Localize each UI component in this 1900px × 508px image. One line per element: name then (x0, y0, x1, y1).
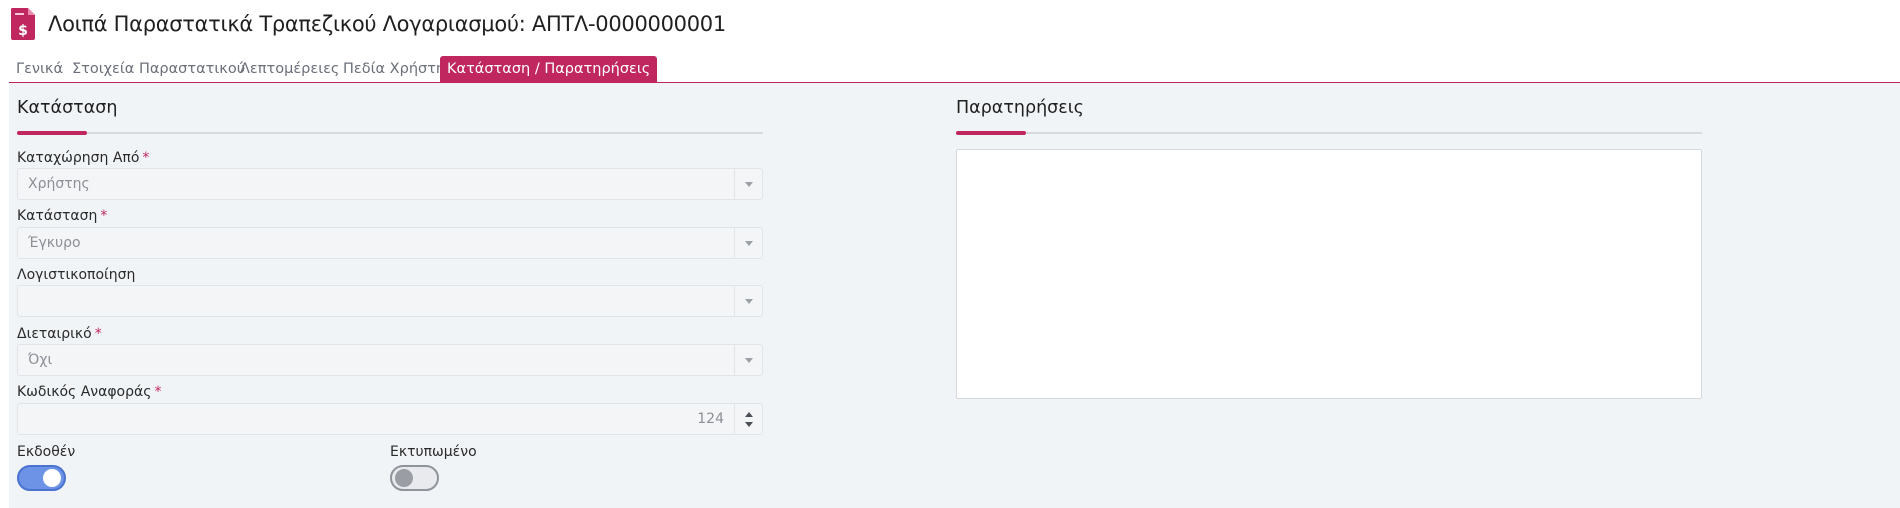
increment-icon[interactable] (745, 412, 753, 417)
dropdown-toggle[interactable] (734, 228, 762, 258)
tab-status-notes[interactable]: Κατάσταση / Παρατηρήσεις (440, 56, 658, 82)
status-select[interactable]: Έγκυρο (17, 227, 763, 259)
toggle-knob (43, 469, 61, 487)
intercompany-value: Όχι (28, 352, 53, 368)
reference-code-value: 124 (697, 411, 724, 427)
registered-by-select[interactable]: Χρήστης (17, 168, 763, 200)
number-stepper[interactable] (734, 404, 762, 434)
intercompany-label: Διεταιρικό * (17, 326, 102, 342)
caret-down-icon (745, 241, 753, 246)
tab-general[interactable]: Γενικά (16, 56, 63, 82)
notes-section-accent (956, 131, 1026, 135)
registered-by-label: Καταχώρηση Από * (17, 150, 150, 166)
decrement-icon[interactable] (745, 422, 753, 427)
svg-text:$: $ (18, 23, 28, 39)
dropdown-toggle[interactable] (734, 286, 762, 316)
printed-label: Εκτυπωμένο (390, 444, 477, 460)
toggle-knob (395, 469, 413, 487)
status-label: Κατάσταση * (17, 208, 108, 224)
registered-by-value: Χρήστης (28, 176, 90, 192)
caret-down-icon (745, 182, 753, 187)
dropdown-toggle[interactable] (734, 169, 762, 199)
tab-bar: Γενικά Στοιχεία Παραστατικού Λεπτομέρειε… (0, 56, 1900, 82)
dropdown-toggle[interactable] (734, 345, 762, 375)
status-section-accent (17, 131, 87, 135)
issued-label: Εκδοθέν (17, 444, 76, 460)
document-money-icon: $ (11, 8, 35, 40)
notes-section-title: Παρατηρήσεις (956, 98, 1084, 118)
accounting-label: Λογιστικοποίηση (17, 267, 136, 283)
accounting-select[interactable] (17, 285, 763, 317)
caret-down-icon (745, 299, 753, 304)
notes-textarea[interactable] (956, 149, 1702, 399)
tab-details[interactable]: Λεπτομέρειες (240, 56, 339, 82)
notes-section-rule (956, 132, 1702, 134)
tab-user-fields[interactable]: Πεδία Χρήστη (343, 56, 445, 82)
status-section-rule (17, 132, 763, 134)
status-value: Έγκυρο (28, 235, 81, 251)
tab-document-details[interactable]: Στοιχεία Παραστατικού (72, 56, 245, 82)
status-section-title: Κατάσταση (17, 98, 118, 118)
issued-toggle[interactable] (17, 465, 66, 491)
page-title: Λοιπά Παραστατικά Τραπεζικού Λογαριασμού… (48, 12, 726, 36)
printed-toggle[interactable] (390, 465, 439, 491)
intercompany-select[interactable]: Όχι (17, 344, 763, 376)
reference-code-label: Κωδικός Αναφοράς * (17, 384, 162, 400)
caret-down-icon (745, 358, 753, 363)
page-header: $ Λοιπά Παραστατικά Τραπεζικού Λογαριασμ… (0, 0, 1900, 50)
reference-code-input[interactable]: 124 (17, 403, 763, 435)
